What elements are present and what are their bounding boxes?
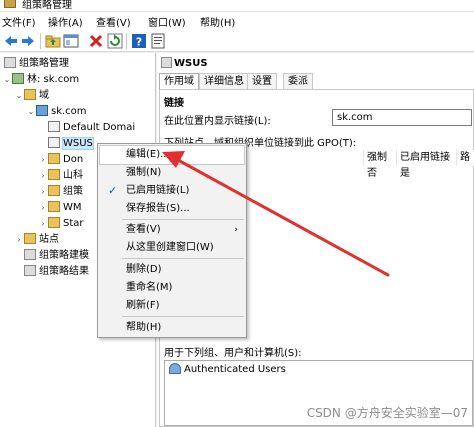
watermark: CSDN @方舟安全实验室—07 [306,406,468,420]
menu-item-enforced[interactable]: 强制(N) [100,164,244,182]
menu-item-new-window[interactable]: 从这里创建窗口(W) [100,239,244,257]
menu-item-edit[interactable]: 编辑(E)... [99,145,245,165]
tree-item-domains[interactable]: ⌄ 域 [14,88,49,104]
menu-item-delete[interactable]: 删除(D) [100,261,244,279]
domains-folder-icon [24,89,36,100]
tree-item-ou[interactable]: › Don [38,152,83,168]
back-icon[interactable] [3,33,19,49]
folder-icon [48,201,60,212]
collapsed-chevron-icon[interactable]: › [38,200,48,216]
menu-item-refresh[interactable]: 刷新(F) [100,297,244,315]
tree-item-wsus[interactable]: WSUS [48,136,94,152]
collapsed-chevron-icon[interactable]: › [38,216,48,232]
gpo-link-icon [48,137,60,148]
tab-details[interactable]: 详细信息 [199,73,249,89]
toolbar-separator [126,33,127,49]
tree-item-gp-results[interactable]: 组策略结果 [24,264,89,280]
ou-folder-icon [48,169,60,180]
menu-item-save-report[interactable]: 保存报告(S)... [100,200,244,218]
tree-item-starter-gpos[interactable]: › Star [38,216,84,232]
checkmark-icon: ✓ [108,184,118,197]
folder-up-icon[interactable] [45,33,61,49]
tree-item-default-domain-policy[interactable]: Default Domai [48,120,135,136]
users-group-icon [169,363,181,374]
toolbar: ? [0,30,474,52]
tab-settings[interactable]: 设置 [247,73,277,89]
folder-icon [48,185,60,196]
tree-item-forest[interactable]: ⌄ 林: sk.com [2,72,79,88]
menu-separator [122,258,244,259]
show-links-label: 在此位置内显示链接(L): [164,116,271,127]
tab-scope[interactable]: 作用域 [159,73,199,89]
security-filter-label: 用于下列组、用户和计算机(S): [164,348,302,359]
results-icon [24,265,36,276]
gpo-link-icon [48,121,60,132]
menu-item-help[interactable]: 帮助(H) [100,319,244,337]
toolbar-separator [40,33,41,49]
properties-icon[interactable] [150,33,166,49]
svg-text:?: ? [136,36,142,49]
table-cell-enforced: 否 [367,168,377,179]
window-title: 组策略管理 [22,0,72,11]
gpo-title: WSUS [161,57,208,69]
table-cell-link-enabled: 是 [400,168,410,179]
submenu-arrow-icon: › [234,225,238,235]
column-header-path[interactable]: 路 [457,150,474,166]
tree-item-ou[interactable]: › 山科 [38,168,83,184]
tree-item-gpo-objects[interactable]: › 组策 [38,184,83,200]
tree-item-domain-sk[interactable]: ⌄ sk.com [26,104,87,120]
column-header-enforced[interactable]: 强制 [364,150,397,166]
gpm-root-icon [4,57,16,68]
forward-icon[interactable] [20,33,36,49]
forest-icon [12,73,24,84]
menu-item-link-enabled[interactable]: ✓ 已启用链接(L) [100,182,244,200]
menu-file[interactable]: 文件(F) [2,14,36,29]
expanded-chevron-icon[interactable]: ⌄ [2,72,12,88]
menu-item-view[interactable]: 查看(V) › [100,221,244,239]
collapsed-chevron-icon[interactable]: › [38,152,48,168]
tree-item-sites[interactable]: › 站点 [14,232,59,248]
menu-action[interactable]: 操作(A) [48,14,83,29]
menu-help[interactable]: 帮助(H) [200,14,235,29]
links-heading: 链接 [164,98,184,109]
collapsed-chevron-icon[interactable]: › [14,232,24,248]
location-dropdown[interactable]: sk.com [332,109,472,126]
tree-item-gp-modeling[interactable]: 组策略建模 [24,248,89,264]
refresh-icon[interactable] [107,33,123,49]
menu-separator [122,219,244,220]
domain-icon [36,105,48,116]
menu-view[interactable]: 查看(V) [96,14,131,29]
collapsed-chevron-icon[interactable]: › [38,184,48,200]
modeling-icon [24,249,36,260]
expanded-chevron-icon[interactable]: ⌄ [26,104,36,120]
delete-icon[interactable] [88,33,104,49]
console-tree-icon[interactable] [63,33,79,49]
menu-window[interactable]: 窗口(W) [148,14,186,29]
column-header-link-enabled[interactable]: 已启用链接 [397,150,457,166]
gpo-icon [161,57,172,68]
sites-icon [24,233,36,244]
ou-folder-icon [48,153,60,164]
tab-delegation[interactable]: 委派 [283,73,313,89]
tree-item-gpm-root[interactable]: 组策略管理 [4,56,69,72]
folder-icon [48,217,60,228]
list-item[interactable]: Authenticated Users [169,363,286,375]
menu-bar: 文件(F) 操作(A) 查看(V) 窗口(W) 帮助(H) [0,12,474,30]
help-icon[interactable]: ? [131,33,147,49]
menu-item-rename[interactable]: 重命名(M) [100,279,244,297]
collapsed-chevron-icon[interactable]: › [38,168,48,184]
gpmc-app-icon [4,0,16,8]
menu-separator [122,316,244,317]
expanded-chevron-icon[interactable]: ⌄ [14,88,24,104]
title-bar: 组策略管理 [0,0,474,12]
tree-item-wmi-filters[interactable]: › WM [38,200,82,216]
context-menu: 编辑(E)... 强制(N) ✓ 已启用链接(L) 保存报告(S)... 查看(V… [97,143,247,338]
